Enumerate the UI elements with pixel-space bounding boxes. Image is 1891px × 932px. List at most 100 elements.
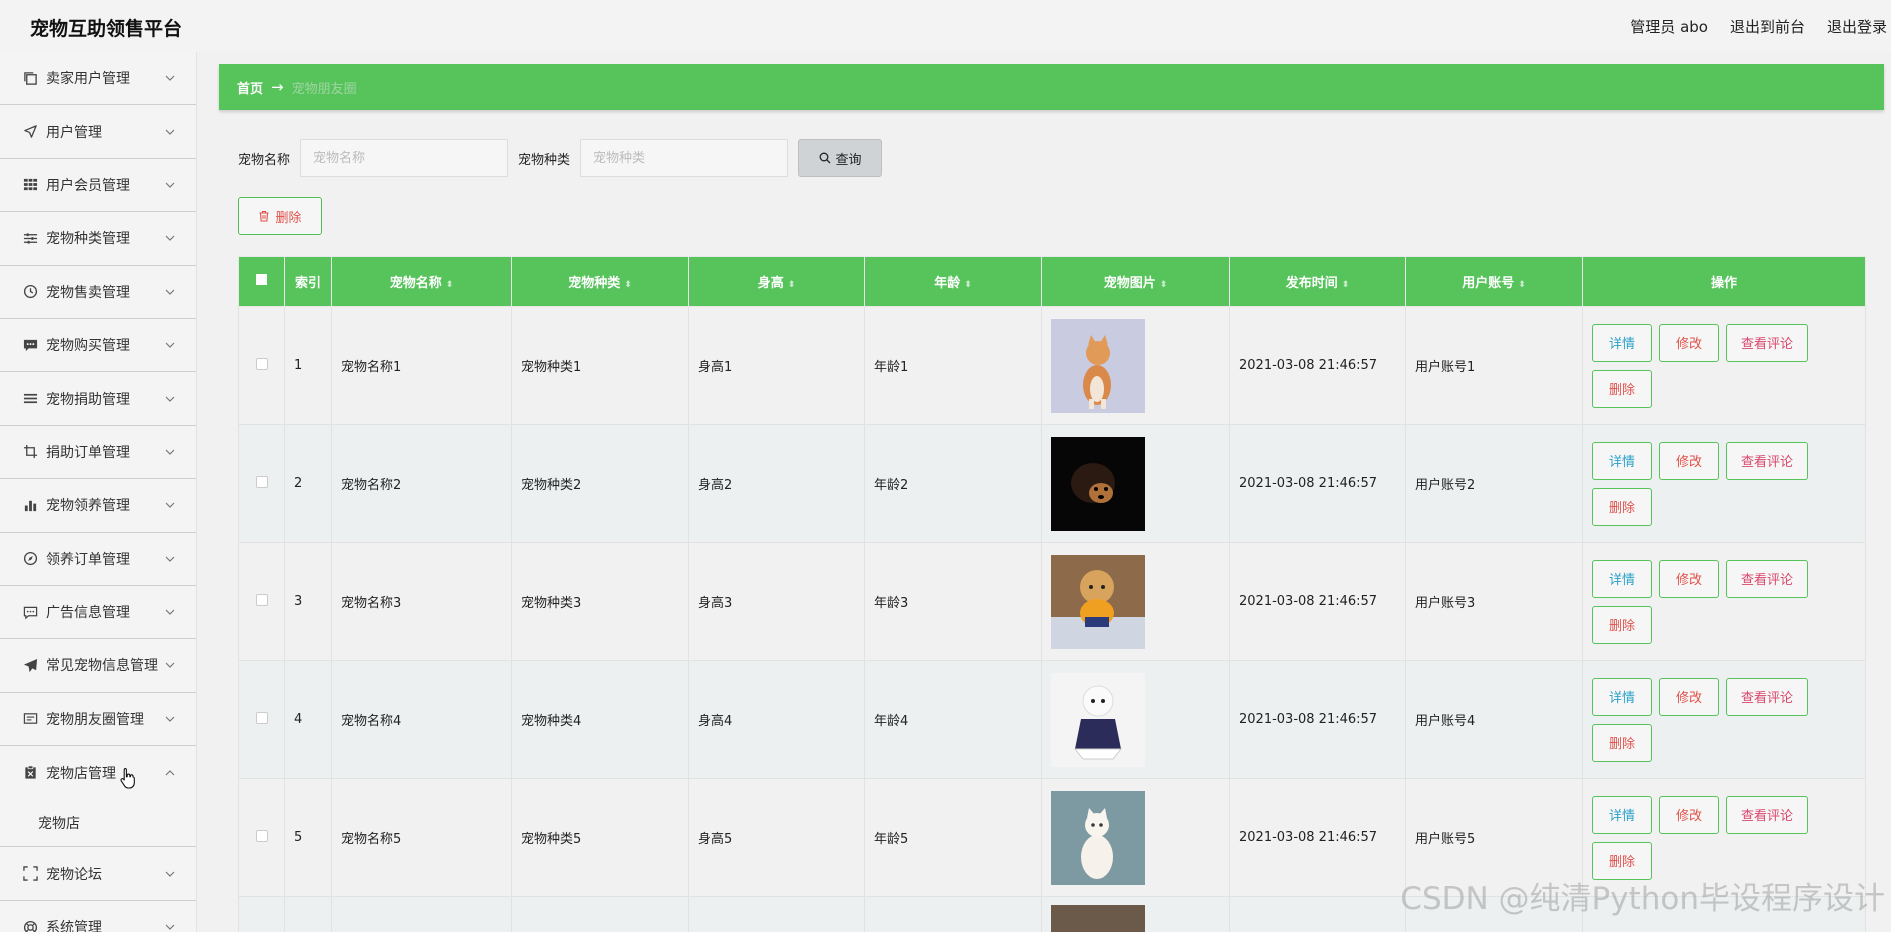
sidebar-item-common-pets[interactable]: 常见宠物信息管理 [0, 639, 196, 693]
pet-type-cell: 宠物种类5 [511, 778, 689, 897]
row-index: 2 [284, 424, 332, 543]
bar-chart-icon [22, 497, 38, 513]
sort-icon[interactable]: ⬍ [1518, 280, 1526, 290]
sidebar-subitem-pet-shop[interactable]: 宠物店 [0, 799, 196, 848]
sidebar-item-users[interactable]: 用户管理 [0, 105, 196, 159]
delete-button[interactable]: 删除 [1592, 605, 1653, 644]
row-checkbox[interactable] [255, 593, 268, 606]
detail-button[interactable]: 详情 [1592, 323, 1653, 362]
publish-time-cell: 2021-03-08 21:46:57 [1229, 778, 1406, 897]
edit-button[interactable]: 修改 [1659, 677, 1720, 716]
edit-button[interactable]: 修改 [1659, 441, 1720, 480]
sidebar-item-pet-adoptions[interactable]: 宠物领养管理 [0, 479, 196, 533]
breadcrumb: 首页 → 宠物朋友圈 [219, 64, 1884, 110]
view-comments-button[interactable]: 查看评论 [1726, 559, 1809, 598]
sidebar-item-ads[interactable]: 广告信息管理 [0, 586, 196, 640]
delete-button[interactable]: 删除 [1592, 369, 1653, 408]
row-checkbox[interactable] [255, 357, 268, 370]
sidebar-item-pet-shops[interactable]: 宠物店管理 [0, 746, 196, 799]
chevron-down-icon [165, 449, 175, 455]
sidebar-item-user-membership[interactable]: 用户会员管理 [0, 159, 196, 213]
sort-icon[interactable]: ⬍ [1342, 280, 1350, 290]
chevron-down-icon [165, 663, 175, 669]
select-all-checkbox[interactable] [256, 274, 267, 285]
sidebar-item-seller-users[interactable]: 卖家用户管理 [0, 52, 196, 106]
chevron-down-icon [165, 235, 175, 242]
select-all-header[interactable] [238, 256, 285, 307]
exit-front-link[interactable]: 退出到前台 [1730, 16, 1805, 37]
column-header[interactable]: 身高 ⬍ [688, 256, 865, 307]
row-checkbox[interactable] [255, 829, 268, 842]
detail-button[interactable]: 详情 [1592, 795, 1653, 834]
column-header[interactable]: 用户账号 ⬍ [1405, 256, 1583, 307]
sidebar-item-label: 宠物捐助管理 [46, 391, 130, 408]
clipboard-icon [22, 765, 38, 781]
delete-button[interactable]: 删除 [1592, 487, 1653, 526]
search-icon [819, 152, 830, 164]
sidebar-item-pet-donations[interactable]: 宠物捐助管理 [0, 372, 196, 426]
detail-button[interactable]: 详情 [1592, 559, 1653, 598]
pet-type-input[interactable] [580, 139, 789, 177]
sidebar-item-pet-types[interactable]: 宠物种类管理 [0, 212, 196, 266]
delete-button[interactable]: 删除 [1592, 723, 1653, 762]
lifebuoy-icon [22, 919, 38, 932]
view-comments-button[interactable]: 查看评论 [1726, 323, 1809, 362]
logout-link[interactable]: 退出登录 [1827, 16, 1887, 37]
column-header[interactable]: 宠物名称 ⬍ [331, 256, 512, 307]
view-comments-button[interactable]: 查看评论 [1726, 677, 1809, 716]
app-title: 宠物互助领售平台 [30, 18, 183, 40]
sidebar-item-label: 用户管理 [46, 124, 102, 141]
sidebar-item-label: 用户会员管理 [46, 177, 130, 194]
column-header: 索引 [284, 256, 332, 307]
sidebar-item-label: 广告信息管理 [46, 605, 130, 622]
sidebar-item-adoption-orders[interactable]: 领养订单管理 [0, 533, 196, 586]
row-checkbox[interactable] [255, 475, 268, 488]
data-table: 索引 宠物名称 ⬍ 宠物种类 ⬍ 身高 ⬍ 年龄 ⬍ 宠物图片 ⬍ 发布时间 ⬍ 用户账号 ⬍… [238, 256, 1866, 932]
column-header[interactable]: 宠物种类 ⬍ [511, 256, 689, 307]
search-bar: 宠物名称 宠物种类 查询 [238, 139, 883, 177]
pet-name-input[interactable] [300, 139, 509, 177]
pet-name-cell: 宠物名称2 [331, 424, 512, 543]
message-icon [22, 604, 38, 620]
height-cell: 身高3 [688, 542, 865, 661]
row-index: 3 [284, 542, 332, 661]
send-icon [22, 657, 38, 673]
sidebar-item-pet-forum[interactable]: 宠物论坛 [0, 847, 196, 901]
view-comments-button[interactable]: 查看评论 [1726, 795, 1809, 834]
sidebar-item-pet-purchases[interactable]: 宠物购买管理 [0, 319, 196, 373]
sidebar-item-pet-sales[interactable]: 宠物售卖管理 [0, 266, 196, 319]
column-header[interactable]: 宠物图片 ⬍ [1041, 256, 1230, 307]
sort-icon[interactable]: ⬍ [1160, 280, 1168, 290]
crop-icon [22, 444, 38, 460]
sidebar-item-label: 领养订单管理 [46, 551, 130, 568]
edit-button[interactable]: 修改 [1659, 559, 1720, 598]
sort-icon[interactable]: ⬍ [964, 280, 972, 290]
row-checkbox[interactable] [255, 711, 268, 724]
pet-name-label: 宠物名称 [238, 152, 291, 168]
sort-icon[interactable]: ⬍ [788, 280, 796, 290]
sort-icon[interactable]: ⬍ [446, 280, 454, 290]
pet-type-cell: 宠物种类4 [511, 660, 689, 779]
row-actions: 详情 修改 查看评论 删除 [1592, 677, 1812, 762]
detail-button[interactable]: 详情 [1592, 677, 1653, 716]
edit-button[interactable]: 修改 [1659, 323, 1720, 362]
sort-icon[interactable]: ⬍ [624, 280, 632, 290]
chevron-down-icon [165, 609, 175, 615]
sidebar-item-donation-orders[interactable]: 捐助订单管理 [0, 426, 196, 480]
column-header[interactable]: 发布时间 ⬍ [1229, 256, 1406, 307]
sidebar-item-system[interactable]: 系统管理 [0, 901, 196, 932]
view-comments-button[interactable]: 查看评论 [1726, 441, 1809, 480]
detail-button[interactable]: 详情 [1592, 441, 1653, 480]
pet-photo [1051, 790, 1145, 885]
edit-button[interactable]: 修改 [1659, 795, 1720, 834]
row-index: 5 [284, 778, 332, 897]
breadcrumb-home[interactable]: 首页 [237, 78, 263, 97]
batch-delete-label: 删除 [275, 210, 302, 226]
query-button[interactable]: 查询 [798, 139, 883, 177]
height-cell: 身高5 [688, 778, 865, 897]
column-header[interactable]: 年龄 ⬍ [864, 256, 1042, 307]
chevron-down-icon [165, 182, 175, 188]
pet-photo [1051, 436, 1145, 531]
batch-delete-button[interactable]: 删除 [238, 197, 322, 235]
sidebar-item-pet-moments[interactable]: 宠物朋友圈管理 [0, 693, 196, 747]
